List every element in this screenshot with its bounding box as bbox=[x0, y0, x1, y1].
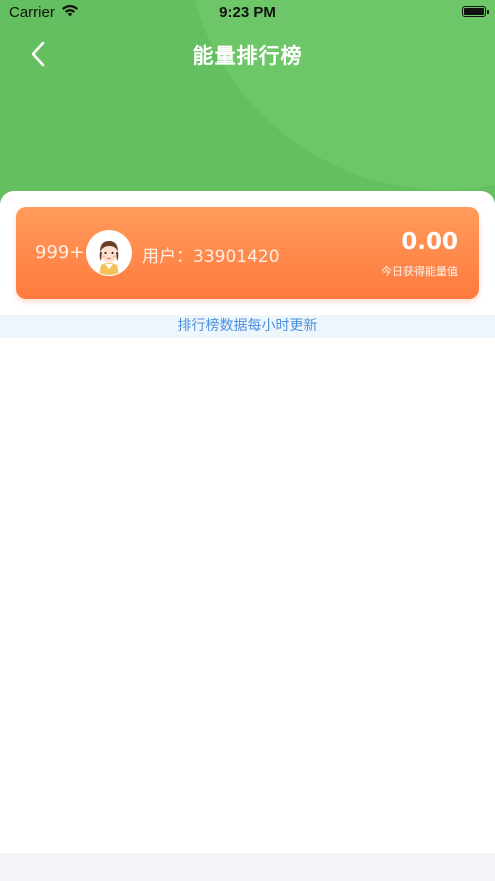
avatar bbox=[86, 230, 132, 276]
status-bar: Carrier 9:23 PM bbox=[0, 0, 495, 26]
header-background bbox=[0, 0, 495, 215]
bottom-strip bbox=[0, 853, 495, 881]
page-title: 能量排行榜 bbox=[192, 44, 303, 68]
battery-icon bbox=[462, 6, 489, 17]
status-time: 9:23 PM bbox=[219, 4, 276, 21]
energy-value: 0.00 bbox=[401, 229, 458, 255]
update-note: 排行榜数据每小时更新 bbox=[0, 315, 495, 338]
user-id-label: 用户：33901420 bbox=[142, 247, 280, 267]
energy-ranking-screen: Carrier 9:23 PM 能量排行榜 999+ 用户：33901420 0… bbox=[0, 0, 495, 881]
my-rank-card: 999+ 用户：33901420 0.00 今日获得能量值 bbox=[16, 207, 479, 299]
ranking-list[interactable] bbox=[0, 338, 495, 853]
header-decoration bbox=[185, 0, 495, 190]
rank-value: 999+ bbox=[35, 242, 85, 263]
energy-label: 今日获得能量值 bbox=[381, 265, 458, 278]
